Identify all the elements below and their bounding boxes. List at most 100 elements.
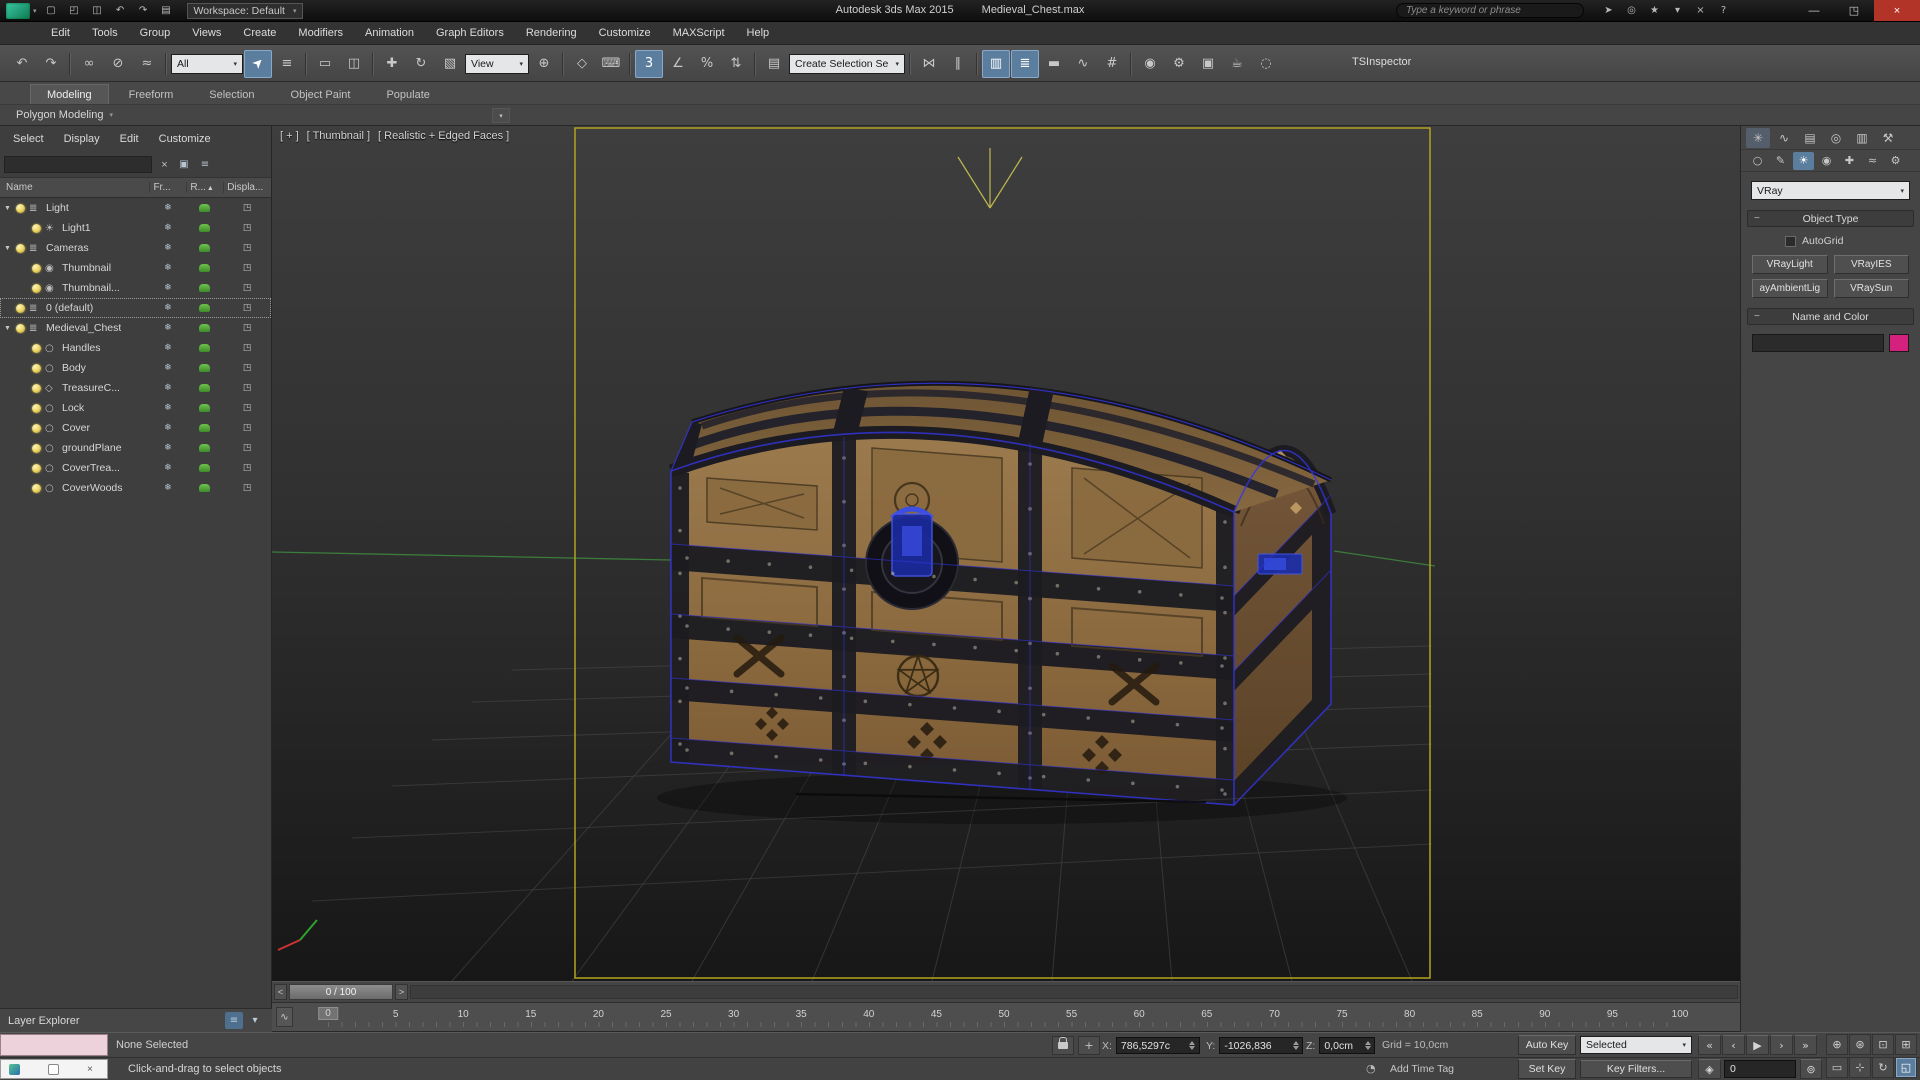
mini-curve-editor-button[interactable]: ∿ [276, 1007, 293, 1027]
select-and-rotate-icon[interactable]: ↻ [407, 50, 435, 78]
visibility-bulb-icon[interactable] [32, 263, 41, 273]
list-item[interactable]: ▼ ≣ Medieval_Chest ❄ ◳ [0, 318, 271, 338]
utilities-tab-icon[interactable]: ⚒ [1876, 128, 1900, 148]
lights-category-icon[interactable]: ☀ [1793, 151, 1814, 170]
previous-frame-arrow[interactable]: < [274, 984, 287, 1000]
visibility-bulb-icon[interactable] [16, 203, 25, 213]
listener-input-strip[interactable]: × [0, 1059, 108, 1079]
explorer-menu-select[interactable]: Select [13, 133, 44, 145]
viewport[interactable]: [ + ] [ Thumbnail ] [ Realistic + Edged … [272, 126, 1740, 981]
select-and-move-icon[interactable]: ✚ [378, 50, 406, 78]
autogrid-checkbox[interactable] [1785, 235, 1796, 247]
select-and-scale-icon[interactable]: ▧ [436, 50, 464, 78]
list-item[interactable]: ◉ Thumbnail... ❄ ◳ [0, 278, 271, 298]
favorites-star-icon[interactable]: ★ [1644, 2, 1665, 19]
ruler-tick[interactable]: 90 [1539, 1009, 1550, 1020]
selection-filter-dropdown[interactable]: All ▾ [171, 53, 243, 74]
menu-help[interactable]: Help [736, 22, 781, 44]
renderable-toggle[interactable] [186, 444, 223, 452]
window-crossing-icon[interactable]: ◫ [340, 50, 368, 78]
list-item[interactable]: ◇ TreasureC... ❄ ◳ [0, 378, 271, 398]
toggle-scene-explorer-icon[interactable]: ▥ [982, 49, 1010, 78]
render-production-icon[interactable]: ☕ [1223, 50, 1251, 78]
time-slider-rail[interactable] [410, 985, 1738, 999]
time-slider-track[interactable]: < 0 / 100 > [272, 981, 1740, 1003]
ruler-tick[interactable]: 45 [931, 1009, 942, 1020]
ribbon-panel-title[interactable]: Polygon Modeling [16, 109, 103, 121]
frozen-toggle[interactable]: ❄ [149, 383, 186, 393]
key-filters-button[interactable]: Key Filters... [1580, 1060, 1692, 1078]
mirror-icon[interactable]: ⋈ [915, 50, 943, 78]
frozen-toggle[interactable]: ❄ [149, 243, 186, 253]
display-toggle[interactable]: ◳ [223, 303, 271, 313]
explorer-menu-display[interactable]: Display [64, 133, 100, 145]
menu-create[interactable]: Create [232, 22, 287, 44]
ruler-tick[interactable]: 25 [660, 1009, 671, 1020]
renderable-toggle[interactable] [186, 264, 223, 272]
viewport-canvas[interactable] [272, 126, 1740, 981]
spinner-icon[interactable] [1188, 1041, 1197, 1050]
undo-quick-icon[interactable]: ↶ [110, 2, 131, 19]
shapes-category-icon[interactable]: ✎ [1770, 152, 1791, 170]
menu-views[interactable]: Views [181, 22, 232, 44]
angle-snap-icon[interactable]: ∠ [664, 50, 692, 78]
list-item[interactable]: ○ Cover ❄ ◳ [0, 418, 271, 438]
display-toggle[interactable]: ◳ [223, 443, 271, 453]
frozen-toggle[interactable]: ❄ [149, 343, 186, 353]
menu-customize[interactable]: Customize [588, 22, 662, 44]
track-bar[interactable]: ∿ 0 5 10 15 20 25 30 35 40 45 50 55 60 65 70 75 80 85 90 95… [272, 1003, 1740, 1032]
systems-category-icon[interactable]: ⚙ [1885, 152, 1906, 170]
spinner-snap-icon[interactable]: ⇅ [722, 50, 750, 78]
tab-populate[interactable]: Populate [370, 85, 445, 104]
explorer-list-mode-icon[interactable]: ≡ [225, 1012, 243, 1029]
menu-modifiers[interactable]: Modifiers [287, 22, 354, 44]
sign-in-icon[interactable]: ▾ [1667, 2, 1688, 19]
ruler-tick[interactable]: 10 [458, 1009, 469, 1020]
explorer-settings-icon[interactable]: ▾ [246, 1012, 264, 1029]
visibility-bulb-icon[interactable] [32, 283, 41, 293]
ruler-tick[interactable]: 0 [318, 1007, 338, 1020]
frozen-toggle[interactable]: ❄ [149, 403, 186, 413]
infocenter-close-icon[interactable]: × [1690, 2, 1711, 19]
display-toggle[interactable]: ◳ [223, 263, 271, 273]
visibility-bulb-icon[interactable] [32, 343, 41, 353]
modify-tab-icon[interactable]: ∿ [1772, 128, 1796, 148]
app-menu-arrow-icon[interactable]: ▾ [33, 7, 37, 15]
list-item[interactable]: ○ Lock ❄ ◳ [0, 398, 271, 418]
reference-coordinate-dropdown[interactable]: View ▾ [465, 53, 529, 74]
explorer-search-input[interactable] [4, 156, 152, 173]
list-item[interactable]: ◉ Thumbnail ❄ ◳ [0, 258, 271, 278]
tab-object-paint[interactable]: Object Paint [275, 85, 367, 104]
list-item[interactable]: ○ CoverTrea... ❄ ◳ [0, 458, 271, 478]
column-header-render[interactable]: R...▲ [186, 182, 223, 193]
y-coordinate-field[interactable]: -1026,836 [1219, 1037, 1304, 1054]
space-warps-category-icon[interactable]: ≈ [1862, 152, 1883, 170]
display-tab-icon[interactable]: ▥ [1850, 128, 1874, 148]
set-key-button[interactable]: Set Key [1518, 1059, 1576, 1079]
ruler-tick[interactable]: 35 [796, 1009, 807, 1020]
visibility-bulb-icon[interactable] [32, 463, 41, 473]
maximize-viewport-icon[interactable]: ◱ [1895, 1056, 1917, 1078]
key-mode-toggle[interactable]: ◈ [1698, 1059, 1721, 1079]
save-file-icon[interactable]: ◫ [87, 2, 108, 19]
macro-recorder-strip[interactable] [0, 1034, 108, 1056]
tab-selection[interactable]: Selection [193, 85, 270, 104]
explorer-menu-customize[interactable]: Customize [159, 133, 211, 145]
visibility-bulb-icon[interactable] [16, 303, 25, 313]
undo-icon[interactable]: ↶ [8, 50, 36, 78]
close-button[interactable]: × [1874, 0, 1920, 21]
menu-tools[interactable]: Tools [81, 22, 129, 44]
select-object-icon[interactable]: ➤ [244, 49, 272, 78]
motion-tab-icon[interactable]: ◎ [1824, 128, 1848, 148]
zoom-region-icon[interactable]: ▭ [1826, 1056, 1848, 1078]
edit-named-selection-sets-icon[interactable]: ▤ [760, 50, 788, 78]
renderable-toggle[interactable] [186, 344, 223, 352]
name-color-rollout[interactable]: − Name and Color [1747, 308, 1914, 325]
render-setup-icon[interactable]: ⚙ [1165, 50, 1193, 78]
z-coordinate-field[interactable]: 0,0cm [1319, 1037, 1376, 1054]
ruler-tick[interactable]: 85 [1472, 1009, 1483, 1020]
list-item[interactable]: ○ CoverWoods ❄ ◳ [0, 478, 271, 498]
clear-search-icon[interactable]: × [157, 159, 172, 171]
frozen-toggle[interactable]: ❄ [149, 323, 186, 333]
play-button[interactable]: ▶ [1746, 1035, 1769, 1055]
